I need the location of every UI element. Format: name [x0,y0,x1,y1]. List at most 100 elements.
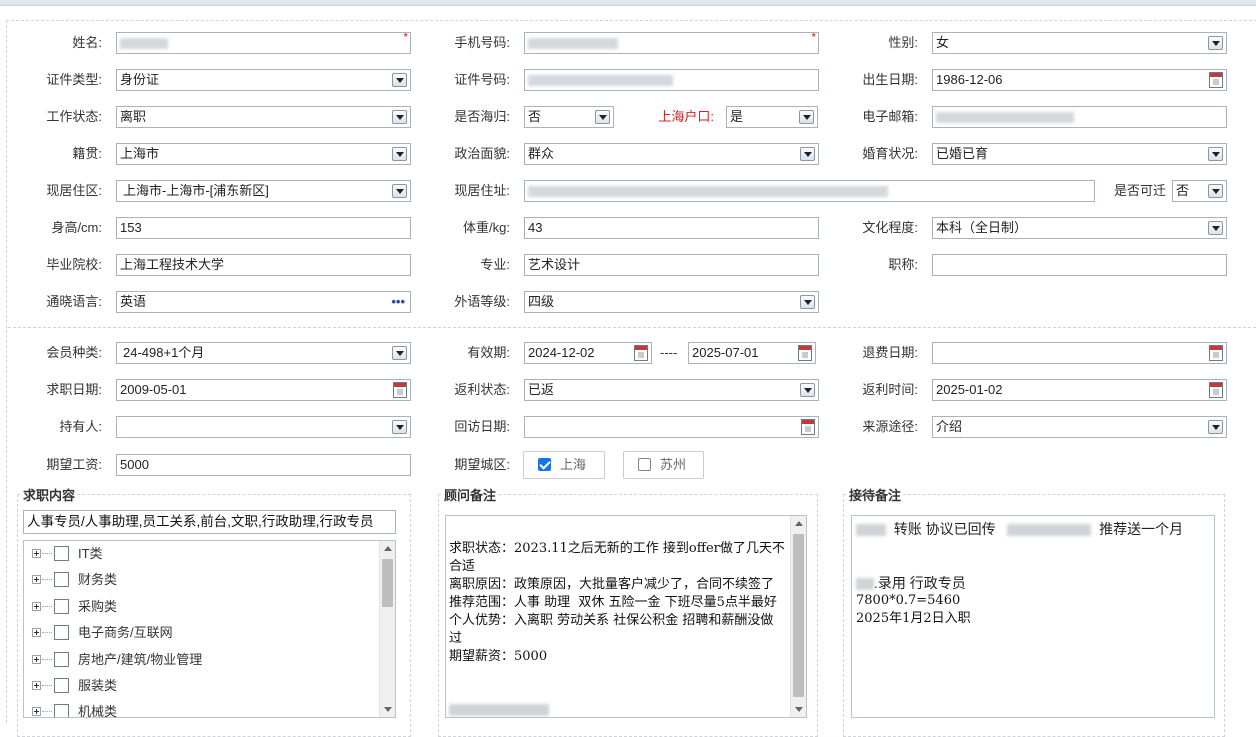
revisit-date-input[interactable] [524,416,819,438]
calendar-icon[interactable] [1209,72,1223,88]
source-label: 来源途径: [862,419,918,434]
major-input[interactable]: 艺术设计 [524,254,819,276]
chevron-down-icon[interactable] [800,147,815,161]
lang-level-select[interactable]: 四级 [524,291,819,313]
notes-scrollbar[interactable] [790,516,806,717]
valid-from-input[interactable]: 2024-12-02 [524,342,652,364]
calendar-icon[interactable] [393,382,407,398]
school-label: 毕业院校: [46,257,102,272]
checkbox-checked-icon[interactable] [538,458,551,471]
phone-input[interactable]: * [524,32,819,54]
returnee-label: 是否海归: [454,109,510,124]
expand-icon[interactable] [32,549,41,558]
birth-date-input[interactable]: 1986-12-06 [932,69,1227,91]
expected-salary-input[interactable]: 5000 [116,454,411,476]
reception-text: .录用 行政专员 [874,575,966,591]
expand-icon[interactable] [32,655,41,664]
scroll-down-icon[interactable] [384,707,392,712]
chevron-down-icon[interactable] [1208,184,1223,198]
email-input[interactable] [932,106,1227,128]
scroll-down-icon[interactable] [795,707,803,712]
checkbox-icon[interactable] [54,572,69,587]
title-input[interactable] [932,254,1227,276]
chevron-down-icon[interactable] [392,110,407,124]
language-input[interactable]: 英语 ••• [116,291,411,313]
scroll-thumb[interactable] [382,559,393,607]
chevron-down-icon[interactable] [1208,147,1223,161]
redacted-value [856,524,886,537]
tree-connector [42,685,52,686]
checkbox-icon[interactable] [54,546,69,561]
holder-select[interactable] [116,416,411,438]
email-label: 电子邮箱: [862,109,918,124]
id-type-label: 证件类型: [46,72,102,87]
job-content-selected[interactable]: 人事专员/人事助理,员工关系,前台,文职,行政助理,行政专员 [23,510,396,534]
valid-to-input[interactable]: 2025-07-01 [688,342,816,364]
birth-date-value: 1986-12-06 [936,72,1003,87]
refund-date-input[interactable] [932,342,1227,364]
expand-icon[interactable] [32,681,41,690]
tree-item-label: 机械类 [78,704,118,718]
residence-addr-input[interactable] [524,180,1095,202]
scroll-thumb[interactable] [793,534,804,697]
political-select[interactable]: 群众 [524,143,819,165]
chevron-down-icon[interactable] [392,346,407,360]
chevron-down-icon[interactable] [800,295,815,309]
height-input[interactable]: 153 [116,217,411,239]
rebate-time-input[interactable]: 2025-01-02 [932,379,1227,401]
checkbox-icon[interactable] [54,704,69,717]
calendar-icon[interactable] [634,345,648,361]
job-search-date-input[interactable]: 2009-05-01 [116,379,411,401]
work-status-select[interactable]: 离职 [116,106,411,128]
chevron-down-icon[interactable] [800,383,815,397]
chevron-down-icon[interactable] [392,147,407,161]
checkbox-icon[interactable] [54,678,69,693]
native-place-select[interactable]: 上海市 [116,143,411,165]
member-type-select[interactable]: 24-498+1个月 [116,342,411,364]
residence-area-select[interactable]: 上海市-上海市-[浦东新区] [116,180,411,202]
chevron-down-icon[interactable] [392,73,407,87]
education-select[interactable]: 本科（全日制） [932,217,1227,239]
school-input[interactable]: 上海工程技术大学 [116,254,411,276]
scroll-up-icon[interactable] [795,521,803,526]
expand-icon[interactable] [32,628,41,637]
checkbox-icon[interactable] [638,458,651,471]
scroll-up-icon[interactable] [384,546,392,551]
reception-text: 转账 协议已回传 [893,521,996,537]
gender-select[interactable]: 女 [932,32,1227,54]
reception-notes-textarea[interactable]: 转账 协议已回传 推荐送一个月 .录用 行政专员 7800*0.7=5460 2… [851,515,1215,718]
more-options-icon[interactable]: ••• [391,292,405,312]
id-type-select[interactable]: 身份证 [116,69,411,91]
chevron-down-icon[interactable] [1208,221,1223,235]
name-input[interactable]: * [116,32,411,54]
checkbox-icon[interactable] [54,652,69,667]
expand-icon[interactable] [32,575,41,584]
weight-input[interactable]: 43 [524,217,819,239]
city-option-suzhou[interactable]: 苏州 [623,451,704,479]
relocatable-select[interactable]: 否 [1172,180,1227,202]
marital-select[interactable]: 已婚已育 [932,143,1227,165]
calendar-icon[interactable] [1209,382,1223,398]
job-category-tree[interactable]: IT类 财务类 采购类 电子商务/互联网 房地产/建筑/物业管理 服装类 机械类 [23,540,396,718]
chevron-down-icon[interactable] [1208,36,1223,50]
source-select[interactable]: 介绍 [932,416,1227,438]
consultant-notes-textarea[interactable]: 求职状态：2023.11之后无新的工作 接到offer做了几天不合适 离职原因：… [445,515,807,718]
calendar-icon[interactable] [801,419,815,435]
chevron-down-icon[interactable] [799,110,814,124]
id-number-input[interactable] [524,69,819,91]
returnee-select[interactable]: 否 [524,106,614,128]
expand-icon[interactable] [32,602,41,611]
checkbox-icon[interactable] [54,625,69,640]
city-option-shanghai[interactable]: 上海 [523,451,605,479]
chevron-down-icon[interactable] [595,110,610,124]
chevron-down-icon[interactable] [392,184,407,198]
tree-scrollbar[interactable] [379,541,395,717]
calendar-icon[interactable] [1209,345,1223,361]
sh-hukou-select[interactable]: 是 [726,106,818,128]
rebate-status-select[interactable]: 已返 [524,379,819,401]
chevron-down-icon[interactable] [392,420,407,434]
expand-icon[interactable] [32,707,41,716]
chevron-down-icon[interactable] [1208,420,1223,434]
checkbox-icon[interactable] [54,599,69,614]
calendar-icon[interactable] [798,345,812,361]
